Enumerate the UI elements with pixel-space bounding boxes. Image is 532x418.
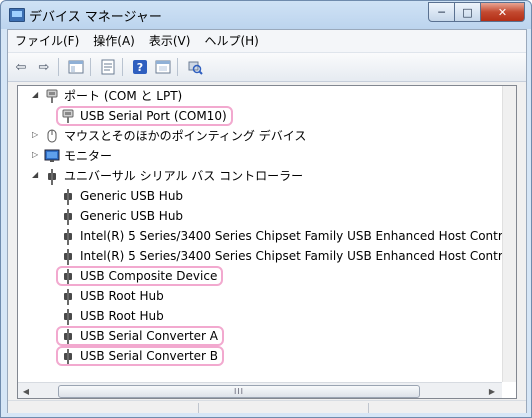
window-title: デバイス マネージャー [29,10,162,25]
toolbar-separator [90,58,91,76]
tree-category[interactable]: ▷ モニター [18,146,516,166]
highlight-marker [56,266,223,286]
status-divider [198,403,199,413]
usb-icon [44,168,60,185]
toolbar-separator [122,58,123,76]
status-divider [368,403,369,413]
highlight-marker [56,346,224,366]
menu-bar: ファイル(F) 操作(A) 表示(V) ヘルプ(H) [8,30,526,53]
usb-icon [60,288,76,305]
mouse-icon [44,128,60,144]
tree-item-label: USB Root Hub [80,289,164,303]
menu-help[interactable]: ヘルプ(H) [197,30,265,52]
tree-category[interactable]: ◢ ユニバーサル シリアル バス コントローラー [18,166,516,186]
tree-item-label: ポート (COM と LPT) [64,89,183,103]
horizontal-scrollbar[interactable]: ◀ III ▶ [18,382,502,398]
tree-category[interactable]: ◢ ポート (COM と LPT) [18,86,516,106]
scan-hardware-icon[interactable] [185,57,205,77]
tree-device[interactable]: USB Composite Device [18,266,516,286]
tree-item-label: Intel(R) 5 Series/3400 Series Chipset Fa… [80,229,503,243]
device-tree[interactable]: ◢ ポート (COM と LPT) USB Serial Port (COM10) ▷… [18,86,516,382]
console-tree-icon[interactable] [66,57,86,77]
toolbar-separator [177,58,178,76]
back-icon[interactable]: ⇦ [11,57,31,77]
scroll-right-icon[interactable]: ▶ [486,385,498,397]
tree-device[interactable]: USB Serial Converter B [18,346,516,366]
forward-icon[interactable]: ⇨ [34,57,54,77]
tree-item-label: ユニバーサル シリアル バス コントローラー [64,169,304,183]
device-manager-icon [9,8,25,22]
menu-view[interactable]: 表示(V) [142,30,198,52]
tree-device[interactable]: USB Root Hub [18,306,516,326]
toolbar: ⇦ ⇨ ? [8,53,526,82]
device-tree-pane[interactable]: ◢ ポート (COM と LPT) USB Serial Port (COM10) ▷… [17,85,517,399]
tree-device[interactable]: Intel(R) 5 Series/3400 Series Chipset Fa… [18,226,516,246]
tree-item-label: USB Root Hub [80,309,164,323]
client-area: ファイル(F) 操作(A) 表示(V) ヘルプ(H) ⇦ ⇨ ? ◢ ポート (… [7,29,527,413]
usb-icon [60,228,76,245]
tree-device[interactable]: USB Serial Converter A [18,326,516,346]
tree-item-label: モニター [64,149,113,163]
minimize-button[interactable]: ─ [428,2,455,22]
help-icon[interactable]: ? [130,57,150,77]
expand-icon[interactable]: ▷ [32,151,40,159]
show-hidden-icon[interactable] [153,57,173,77]
status-bar [8,400,526,413]
menu-action[interactable]: 操作(A) [86,30,142,52]
tree-device[interactable]: Intel(R) 5 Series/3400 Series Chipset Fa… [18,246,516,266]
usb-icon [60,308,76,325]
usb-icon [60,248,76,265]
maximize-button[interactable]: □ [455,2,481,22]
tree-item-label: マウスとそのほかのポインティング デバイス [64,129,307,143]
tree-device[interactable]: Generic USB Hub [18,186,516,206]
tree-device[interactable]: USB Root Hub [18,286,516,306]
tree-item-label: Generic USB Hub [80,189,184,203]
port-icon [44,88,60,104]
window-controls: ─ □ ✕ [428,2,525,22]
collapse-icon[interactable]: ◢ [32,171,40,179]
highlight-marker [56,326,224,346]
title-bar[interactable]: デバイス マネージャー ─ □ ✕ [1,1,531,29]
collapse-icon[interactable]: ◢ [32,91,40,99]
tree-item-label: Intel(R) 5 Series/3400 Series Chipset Fa… [80,249,503,263]
tree-category[interactable]: ▷ マウスとそのほかのポインティング デバイス [18,126,516,146]
device-manager-window: デバイス マネージャー ─ □ ✕ ファイル(F) 操作(A) 表示(V) ヘル… [0,0,532,418]
properties-icon[interactable] [98,57,118,77]
menu-file[interactable]: ファイル(F) [8,30,86,52]
scroll-thumb[interactable]: III [58,385,420,398]
tree-device[interactable]: USB Serial Port (COM10) [18,106,516,126]
expand-icon[interactable]: ▷ [32,131,40,139]
vertical-scrollbar[interactable] [502,86,516,382]
usb-icon [60,208,76,225]
close-button[interactable]: ✕ [481,2,525,22]
monitor-icon [44,148,60,164]
usb-icon [60,188,76,205]
tree-item-label: Generic USB Hub [80,209,184,223]
toolbar-separator [58,58,59,76]
scroll-left-icon[interactable]: ◀ [20,385,32,397]
highlight-marker [56,106,233,126]
tree-device[interactable]: Generic USB Hub [18,206,516,226]
